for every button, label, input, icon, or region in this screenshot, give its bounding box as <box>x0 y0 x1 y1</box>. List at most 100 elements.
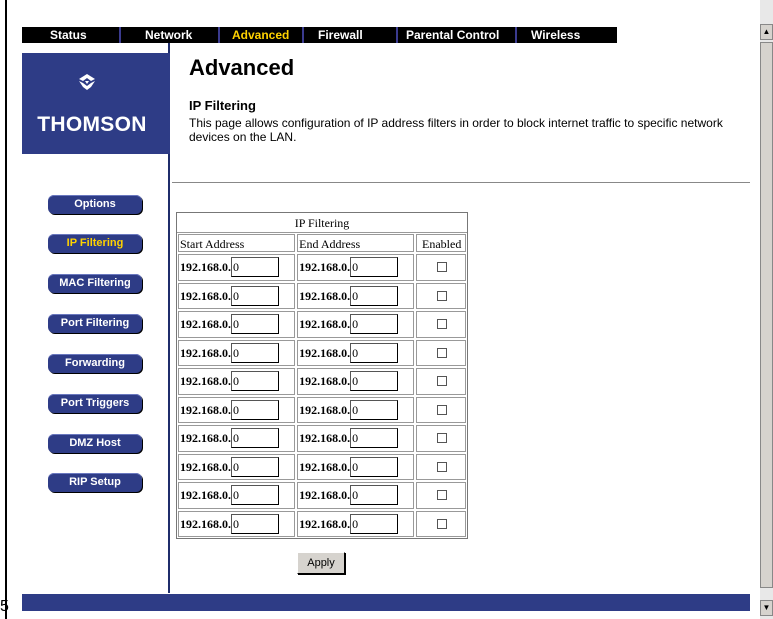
start-octet-input[interactable]: 0 <box>231 513 279 534</box>
ip-prefix: 192.168.0. <box>180 345 231 360</box>
enabled-cell <box>416 425 466 452</box>
table-row: 192.168.0. 0 192.168.0. 0 <box>177 310 467 339</box>
sidebar-item-options[interactable]: Options <box>48 195 142 214</box>
end-octet-input[interactable]: 0 <box>350 342 399 363</box>
ip-prefix: 192.168.0. <box>299 260 351 275</box>
sidebar-item-rip-setup[interactable]: RIP Setup <box>48 473 142 492</box>
table-row: 192.168.0. 0 192.168.0. 0 <box>177 453 467 482</box>
enabled-checkbox[interactable] <box>436 461 447 472</box>
ip-prefix: 192.168.0. <box>180 260 231 275</box>
ip-prefix: 192.168.0. <box>180 402 231 417</box>
end-octet-input[interactable]: 0 <box>350 485 399 506</box>
ip-prefix: 192.168.0. <box>299 516 351 531</box>
ip-prefix: 192.168.0. <box>180 431 231 446</box>
page: Status Network Advanced Firewall Parenta… <box>0 0 773 619</box>
start-octet-input[interactable]: 0 <box>231 371 279 392</box>
end-octet-input[interactable]: 0 <box>350 513 399 534</box>
end-octet-input[interactable]: 0 <box>350 456 399 477</box>
start-address-cell: 192.168.0. 0 <box>178 510 296 537</box>
enabled-cell <box>416 453 466 480</box>
start-address-cell: 192.168.0. 0 <box>178 425 296 452</box>
end-address-cell: 192.168.0. 0 <box>297 254 415 281</box>
enabled-cell <box>416 368 466 395</box>
ip-prefix: 192.168.0. <box>299 317 351 332</box>
enabled-checkbox[interactable] <box>436 404 447 415</box>
sidebar: THOMSON Options IP Filtering MAC Filteri… <box>22 43 170 593</box>
ip-prefix: 192.168.0. <box>180 374 231 389</box>
down-arrow-icon: ▼ <box>762 603 771 612</box>
scroll-thumb[interactable] <box>760 42 773 588</box>
end-octet-input[interactable]: 0 <box>350 371 399 392</box>
apply-button[interactable]: Apply <box>297 552 345 574</box>
tab-wireless[interactable]: Wireless <box>517 27 617 43</box>
enabled-checkbox[interactable] <box>436 290 447 301</box>
end-octet-input[interactable]: 0 <box>350 285 399 306</box>
enabled-cell <box>416 396 466 423</box>
header-start-address: Start Address <box>178 234 296 252</box>
thomson-logo-icon <box>79 74 95 90</box>
scroll-down-button[interactable]: ▼ <box>760 600 773 616</box>
end-address-cell: 192.168.0. 0 <box>297 425 415 452</box>
main-content: Advanced IP Filtering This page allows c… <box>172 43 750 593</box>
end-address-cell: 192.168.0. 0 <box>297 368 415 395</box>
tab-advanced[interactable]: Advanced <box>220 27 302 43</box>
table-header: Start Address End Address Enabled <box>177 233 467 253</box>
footer-marker: 5 <box>0 598 9 615</box>
table-title: IP Filtering <box>177 213 467 233</box>
enabled-checkbox[interactable] <box>436 433 447 444</box>
tab-parental-control[interactable]: Parental Control <box>398 27 515 43</box>
start-octet-input[interactable]: 0 <box>231 399 279 420</box>
ip-prefix: 192.168.0. <box>180 288 231 303</box>
table-row: 192.168.0. 0 192.168.0. 0 <box>177 510 467 539</box>
sidebar-item-forwarding[interactable]: Forwarding <box>48 354 142 373</box>
enabled-cell <box>416 510 466 537</box>
start-address-cell: 192.168.0. 0 <box>178 282 296 309</box>
ip-prefix: 192.168.0. <box>180 516 231 531</box>
start-address-cell: 192.168.0. 0 <box>178 482 296 509</box>
end-octet-input[interactable]: 0 <box>350 314 399 335</box>
section-description: This page allows configuration of IP add… <box>189 116 723 144</box>
ip-prefix: 192.168.0. <box>299 488 351 503</box>
sidebar-item-mac-filtering[interactable]: MAC Filtering <box>48 274 142 293</box>
enabled-checkbox[interactable] <box>436 347 447 358</box>
brand-logo: THOMSON <box>22 53 170 154</box>
ip-prefix: 192.168.0. <box>180 317 231 332</box>
table-row: 192.168.0. 0 192.168.0. 0 <box>177 424 467 453</box>
enabled-checkbox[interactable] <box>436 518 447 529</box>
enabled-checkbox[interactable] <box>436 262 447 273</box>
start-address-cell: 192.168.0. 0 <box>178 254 296 281</box>
sidebar-item-port-filtering[interactable]: Port Filtering <box>48 314 142 333</box>
start-octet-input[interactable]: 0 <box>231 257 279 278</box>
start-octet-input[interactable]: 0 <box>231 314 279 335</box>
start-octet-input[interactable]: 0 <box>231 485 279 506</box>
end-address-cell: 192.168.0. 0 <box>297 396 415 423</box>
start-octet-input[interactable]: 0 <box>231 428 279 449</box>
end-octet-input[interactable]: 0 <box>350 257 399 278</box>
table-row: 192.168.0. 0 192.168.0. 0 <box>177 253 467 282</box>
enabled-checkbox[interactable] <box>436 319 447 330</box>
tab-status[interactable]: Status <box>22 27 119 43</box>
ip-prefix: 192.168.0. <box>299 459 351 474</box>
enabled-checkbox[interactable] <box>436 376 447 387</box>
header-enabled: Enabled <box>416 234 466 252</box>
start-octet-input[interactable]: 0 <box>231 342 279 363</box>
start-octet-input[interactable]: 0 <box>231 456 279 477</box>
end-octet-input[interactable]: 0 <box>350 399 399 420</box>
ip-filtering-table: IP Filtering Start Address End Address E… <box>176 212 468 539</box>
sidebar-item-port-triggers[interactable]: Port Triggers <box>48 394 142 413</box>
header-end-address: End Address <box>297 234 415 252</box>
enabled-checkbox[interactable] <box>436 490 447 501</box>
scroll-up-button[interactable]: ▲ <box>760 24 773 40</box>
table-row: 192.168.0. 0 192.168.0. 0 <box>177 339 467 368</box>
end-address-cell: 192.168.0. 0 <box>297 339 415 366</box>
tab-firewall[interactable]: Firewall <box>304 27 396 43</box>
enabled-cell <box>416 311 466 338</box>
enabled-cell <box>416 282 466 309</box>
sidebar-item-ip-filtering[interactable]: IP Filtering <box>48 234 142 253</box>
sidebar-item-dmz-host[interactable]: DMZ Host <box>48 434 142 453</box>
end-octet-input[interactable]: 0 <box>350 428 399 449</box>
tab-network[interactable]: Network <box>121 27 218 43</box>
ip-prefix: 192.168.0. <box>299 374 351 389</box>
enabled-cell <box>416 482 466 509</box>
start-octet-input[interactable]: 0 <box>231 285 279 306</box>
